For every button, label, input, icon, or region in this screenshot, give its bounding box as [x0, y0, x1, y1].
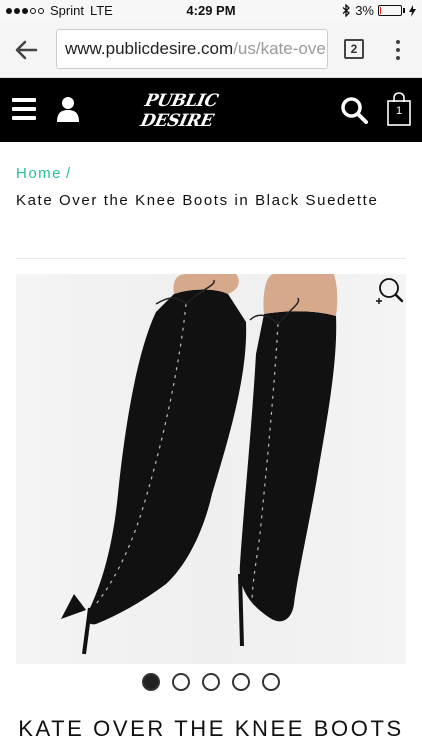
search-icon[interactable]	[340, 96, 368, 124]
back-arrow-icon[interactable]	[12, 36, 42, 64]
battery-percent: 3%	[355, 3, 374, 18]
product-title: Kate Over the Knee Boots in Black Suedet…	[16, 192, 379, 209]
breadcrumb-home-link[interactable]: Home	[16, 165, 62, 182]
overflow-menu-icon[interactable]	[388, 38, 408, 62]
carousel-dot[interactable]	[232, 673, 250, 691]
breadcrumb-separator: /	[66, 165, 72, 182]
zoom-icon[interactable]	[374, 276, 404, 306]
divider	[16, 258, 406, 259]
product-image[interactable]	[16, 274, 406, 664]
hamburger-menu-icon[interactable]	[12, 98, 36, 120]
url-field[interactable]: www.publicdesire.com/us/kate-ove	[56, 29, 328, 69]
battery-cap	[403, 8, 405, 13]
image-carousel-dots	[0, 673, 422, 691]
account-user-icon[interactable]	[56, 96, 80, 122]
battery-icon	[378, 5, 402, 16]
carousel-dot[interactable]	[142, 673, 160, 691]
charging-bolt-icon	[409, 4, 416, 17]
tab-switcher-button[interactable]: 2	[344, 39, 364, 59]
shopping-bag-button[interactable]: 1	[387, 92, 411, 126]
battery-fill	[380, 7, 381, 14]
carousel-dot[interactable]	[172, 673, 190, 691]
carousel-dot[interactable]	[202, 673, 220, 691]
boots-illustration	[61, 274, 338, 655]
browser-toolbar: www.publicdesire.com/us/kate-ove 2	[0, 22, 422, 78]
bag-count: 1	[395, 105, 403, 117]
status-bar: Sprint LTE 4:29 PM 3%	[0, 0, 422, 22]
carousel-dot[interactable]	[262, 673, 280, 691]
url-domain: www.publicdesire.com	[65, 39, 234, 58]
site-header: PUBLIC DESIRE 1	[0, 78, 422, 142]
breadcrumb: Home /	[16, 165, 72, 182]
site-logo[interactable]: PUBLIC DESIRE	[139, 91, 287, 131]
url-path: /us/kate-ove	[233, 39, 326, 58]
product-heading: KATE OVER THE KNEE BOOTS	[18, 716, 404, 741]
status-right: 3%	[342, 3, 416, 18]
bluetooth-icon	[342, 4, 351, 17]
